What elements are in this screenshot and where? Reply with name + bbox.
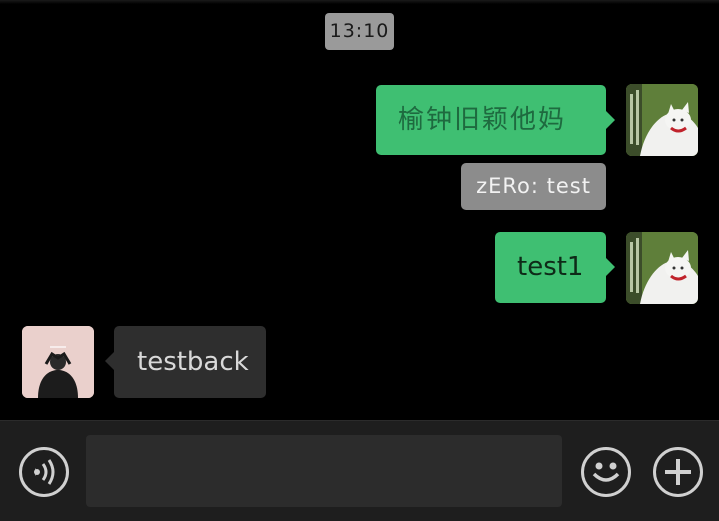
quoted-reference[interactable]: zERo: test: [461, 163, 606, 210]
chat-area: 13:10 榆钟旧颖他妈 zERo: test test1 testback: [0, 0, 719, 420]
message-text: test1: [517, 252, 584, 282]
input-toolbar: [0, 420, 719, 521]
plus-icon[interactable]: [653, 447, 703, 497]
message-text: testback: [137, 347, 249, 377]
top-edge: [0, 0, 719, 4]
outgoing-message-bubble[interactable]: 榆钟旧颖他妈: [376, 85, 615, 155]
message-input[interactable]: [86, 435, 562, 507]
timestamp: 13:10: [325, 13, 394, 50]
message-text: 榆钟旧颖他妈: [398, 105, 567, 135]
incoming-message-bubble[interactable]: testback: [105, 326, 266, 398]
cat-avatar[interactable]: [626, 84, 698, 156]
person-avatar[interactable]: [22, 326, 94, 398]
outgoing-message-bubble[interactable]: test1: [495, 232, 615, 303]
cat-avatar[interactable]: [626, 232, 698, 304]
emoji-icon[interactable]: [581, 447, 631, 497]
voice-icon[interactable]: [19, 447, 69, 497]
